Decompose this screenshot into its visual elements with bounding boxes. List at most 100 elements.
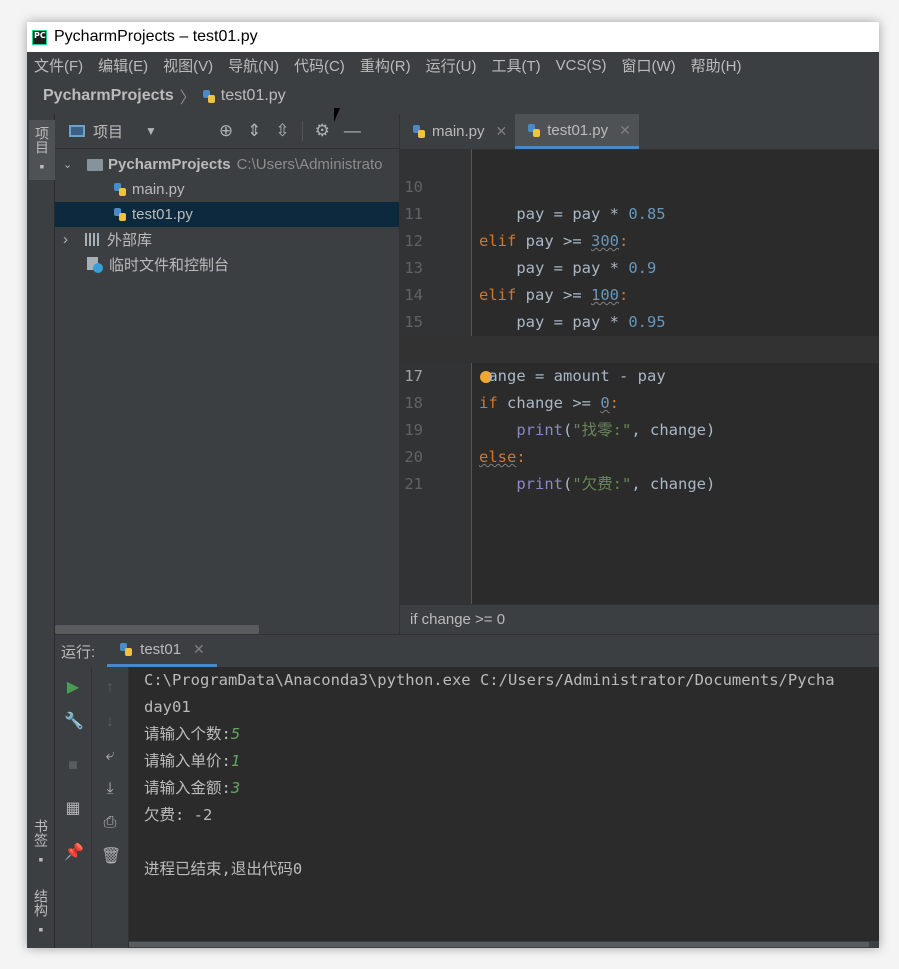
tab-main-py[interactable]: main.py ✕ (400, 114, 515, 149)
menu-view[interactable]: 视图(V) (163, 55, 213, 76)
menu-bar: 文件(F) 编辑(E) 视图(V) 导航(N) 代码(C) 重构(R) 运行(U… (27, 52, 879, 78)
code-line: 10 pay = pay * 0.85 (400, 147, 879, 223)
toolwindow-structure-tab[interactable]: 结构 ▪ (31, 889, 51, 937)
close-icon[interactable]: ✕ (496, 123, 508, 140)
python-file-icon (527, 123, 542, 138)
toolwindow-bookmarks-tab[interactable]: 书签 ▪ (31, 819, 51, 867)
code-line: 13 elif pay >= 100: (400, 228, 879, 304)
window-title: PycharmProjects – test01.py (54, 28, 258, 45)
run-header: 运行: test01 ✕ (55, 635, 879, 667)
wrench-icon[interactable]: 🔧 (64, 713, 84, 731)
tree-item-label: PycharmProjects (108, 156, 231, 173)
breadcrumb-project[interactable]: PycharmProjects (43, 87, 174, 105)
run-tab-test01[interactable]: test01 ✕ (107, 635, 217, 667)
tree-item-label: test01.py (132, 206, 193, 223)
console-line: 进程已结束,退出代码0 (144, 860, 303, 878)
run-tab-label: test01 (140, 641, 182, 658)
menu-help[interactable]: 帮助(H) (691, 55, 742, 76)
console-line: 请输入个数:5 (144, 725, 241, 743)
menu-window[interactable]: 窗口(W) (621, 55, 675, 76)
tree-item-project-root[interactable]: ⌄ PycharmProjects C:\Users\Administrato (55, 152, 399, 177)
locate-file-icon[interactable]: ⊕ (219, 121, 233, 141)
code-line: 15 (400, 282, 879, 331)
mouse-cursor-icon (334, 108, 346, 122)
python-file-icon (113, 207, 128, 222)
code-line: 21 (400, 444, 879, 493)
run-panel: 运行: test01 ✕ ▶ 🔧 ■ ▦ 📌 ↑ ↓ ⤶ ⤓ ⎙ 🗑 C:\Pr… (55, 634, 879, 948)
project-view-icon (69, 125, 85, 137)
left-tool-strip: 项目 ▪ 书签 ▪ 结构 ▪ (27, 114, 55, 948)
code-line: 19 else: (400, 390, 879, 466)
run-toolbar-primary: ▶ 🔧 ■ ▦ 📌 (55, 667, 92, 948)
code-line: 16 cange = amount - pay (400, 309, 879, 385)
scroll-to-end-icon[interactable]: ⤓ (101, 780, 119, 798)
layout-icon[interactable]: ▦ (64, 800, 82, 818)
play-icon[interactable]: ▶ (64, 679, 82, 697)
code-line: 11 elif pay >= 300: (400, 174, 879, 250)
pin-icon[interactable]: 📌 (64, 844, 84, 862)
print-icon[interactable]: ⎙ (101, 814, 119, 832)
close-icon[interactable]: ✕ (619, 122, 631, 139)
run-label: 运行: (61, 643, 96, 661)
soft-wrap-icon[interactable]: ⤶ (101, 747, 119, 765)
chevron-down-icon[interactable]: ⌄ (63, 158, 77, 171)
menu-tools[interactable]: 工具(T) (491, 55, 540, 76)
menu-run[interactable]: 运行(U) (426, 55, 477, 76)
horizontal-scrollbar[interactable] (55, 625, 259, 634)
python-file-icon (119, 642, 134, 657)
run-toolbar-secondary: ↑ ↓ ⤶ ⤓ ⎙ 🗑 (92, 667, 129, 948)
console-line: 请输入单价:1 (144, 752, 241, 770)
tab-test01-py[interactable]: test01.py ✕ (515, 114, 639, 149)
code-line: 18 print("找零:", change) (400, 363, 879, 439)
menu-edit[interactable]: 编辑(E) (98, 55, 148, 76)
chevron-right-icon[interactable]: › (63, 231, 85, 248)
expand-all-icon[interactable]: ⇕ (247, 121, 261, 141)
breadcrumb-file[interactable]: test01.py (221, 87, 286, 105)
console-horizontal-scrollbar[interactable] (129, 941, 879, 948)
tree-item-main-py[interactable]: main.py (55, 177, 399, 202)
run-console[interactable]: C:\ProgramData\Anaconda3\python.exe C:/U… (129, 667, 879, 941)
tree-item-test01-py[interactable]: test01.py (55, 202, 399, 227)
tab-label: main.py (432, 123, 485, 140)
toolwindow-project-tab[interactable]: 项目 ▪ (29, 120, 55, 180)
arrow-down-icon[interactable]: ↓ (101, 713, 119, 731)
chevron-down-icon[interactable]: ▼ (145, 124, 157, 138)
menu-vcs[interactable]: VCS(S) (556, 57, 607, 74)
editor-area: main.py ✕ test01.py ✕ 10 pay = pay * 0.8… (399, 114, 879, 634)
menu-code[interactable]: 代码(C) (294, 55, 345, 76)
tree-item-external-libraries[interactable]: › 外部库 (55, 227, 399, 252)
code-line: 20 print("欠费:", change) (400, 417, 879, 493)
title-bar: PC PycharmProjects – test01.py (27, 22, 879, 52)
tree-item-scratches[interactable]: 临时文件和控制台 (55, 252, 399, 277)
project-view-label[interactable]: 项目 (93, 121, 123, 142)
folder-icon (87, 158, 103, 171)
menu-navigate[interactable]: 导航(N) (228, 55, 279, 76)
project-toolbar: 项目 ▼ ⊕ ⇕ ⇳ ⚙ — (55, 114, 399, 149)
toolbar-divider (301, 121, 303, 141)
stop-icon[interactable]: ■ (64, 757, 82, 775)
close-icon[interactable]: ✕ (193, 641, 205, 658)
minimize-icon[interactable]: — (344, 121, 361, 141)
tree-item-label: 外部库 (107, 232, 153, 249)
tree-item-label: main.py (132, 181, 185, 198)
ide-window: PC PycharmProjects – test01.py 文件(F) 编辑(… (27, 22, 879, 948)
python-file-icon (412, 124, 427, 139)
python-file-icon (113, 182, 128, 197)
menu-refactor[interactable]: 重构(R) (360, 55, 411, 76)
code-editor[interactable]: 10 pay = pay * 0.85 11 elif pay >= 300: … (400, 149, 879, 604)
tree-item-path: C:\Users\Administrato (236, 156, 383, 173)
console-line: C:\ProgramData\Anaconda3\python.exe C:/U… (144, 671, 835, 689)
breadcrumb: PycharmProjects 〉 test01.py (27, 78, 879, 115)
editor-breadcrumb-status[interactable]: if change >= 0 (400, 604, 879, 634)
arrow-up-icon[interactable]: ↑ (101, 679, 119, 697)
code-line: 14 pay = pay * 0.95 (400, 255, 879, 331)
tree-item-label: 临时文件和控制台 (109, 257, 230, 274)
code-line-current: 17 if change >= 0: (400, 336, 879, 412)
editor-tabs: main.py ✕ test01.py ✕ (400, 114, 879, 150)
gear-icon[interactable]: ⚙ (315, 121, 330, 141)
collapse-all-icon[interactable]: ⇳ (275, 121, 289, 141)
python-file-icon (202, 89, 217, 104)
tab-label: test01.py (547, 121, 609, 139)
menu-file[interactable]: 文件(F) (34, 55, 83, 76)
trash-icon[interactable]: 🗑 (101, 848, 121, 866)
